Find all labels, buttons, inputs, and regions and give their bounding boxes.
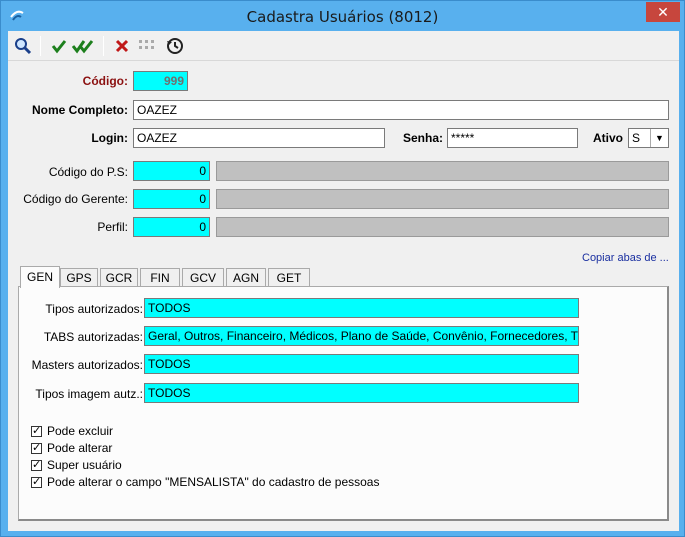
imagem-label: Tipos imagem autz.: <box>35 387 143 401</box>
tab-get[interactable]: GET <box>268 268 310 287</box>
nome-label: Nome Completo: <box>32 103 128 117</box>
senha-input[interactable]: ***** <box>447 128 578 148</box>
confirm-all-button[interactable] <box>72 35 94 57</box>
tab-fin[interactable]: FIN <box>140 268 180 287</box>
checkbox-check-icon: ✓ <box>31 424 42 437</box>
codigo-field[interactable]: 999 <box>133 71 188 91</box>
login-label: Login: <box>91 131 128 145</box>
tab-gen[interactable]: GEN <box>20 266 60 288</box>
gen-tab-panel: Tipos autorizados: TODOS TABS autorizada… <box>18 286 669 521</box>
ps-input[interactable]: 0 <box>133 161 210 181</box>
gerente-description <box>216 189 669 209</box>
copy-tabs-link[interactable]: Copiar abas de ... <box>582 252 669 264</box>
client-area: Código: 999 Nome Completo: OAZEZ Login: … <box>8 31 679 531</box>
ativo-value: S <box>632 131 641 145</box>
perfil-input[interactable]: 0 <box>133 217 210 237</box>
tab-gcv[interactable]: GCV <box>182 268 224 287</box>
gerente-input[interactable]: 0 <box>133 189 210 209</box>
title-bar[interactable]: Cadastra Usuários (8012) ✕ <box>1 1 684 31</box>
tab-agn[interactable]: AGN <box>226 268 266 287</box>
masters-input[interactable]: TODOS <box>144 354 579 374</box>
imagem-input[interactable]: TODOS <box>144 383 579 403</box>
tabs-autorizadas-input[interactable]: Geral, Outros, Financeiro, Médicos, Plan… <box>144 326 579 346</box>
x-icon <box>115 39 129 53</box>
codigo-label: Código: <box>82 74 128 88</box>
history-icon <box>167 38 183 54</box>
grid-button[interactable] <box>136 35 158 57</box>
toolbar-separator <box>103 36 104 56</box>
toolbar <box>8 31 679 61</box>
mensalista-label: Pode alterar o campo "MENSALISTA" do cad… <box>47 475 380 489</box>
gerente-label: Código do Gerente: <box>23 192 128 206</box>
super-usuario-checkbox[interactable]: ✓ Super usuário <box>31 458 122 472</box>
cancel-button[interactable] <box>111 35 133 57</box>
tab-gcr[interactable]: GCR <box>100 268 138 287</box>
grid-icon <box>139 40 154 49</box>
checkbox-check-icon: ✓ <box>31 458 42 471</box>
ativo-label: Ativo <box>593 131 623 145</box>
pode-alterar-label: Pode alterar <box>47 441 113 455</box>
chevron-down-icon[interactable]: ▼ <box>650 129 668 147</box>
double-check-icon <box>72 40 94 54</box>
confirm-button[interactable] <box>48 35 70 57</box>
app-window: Cadastra Usuários (8012) ✕ Código: 999 N… <box>0 0 685 537</box>
toolbar-separator <box>40 36 41 56</box>
ativo-select[interactable]: S ▼ <box>628 128 669 148</box>
senha-label: Senha: <box>402 131 443 145</box>
checkbox-check-icon: ✓ <box>31 441 42 454</box>
checkbox-check-icon: ✓ <box>31 475 42 488</box>
tab-gps[interactable]: GPS <box>60 268 98 287</box>
pode-excluir-label: Pode excluir <box>47 424 114 438</box>
search-button[interactable] <box>12 35 34 57</box>
check-icon <box>51 40 67 54</box>
nome-input[interactable]: OAZEZ <box>133 100 669 120</box>
pode-excluir-checkbox[interactable]: ✓ Pode excluir <box>31 424 113 438</box>
mensalista-checkbox[interactable]: ✓ Pode alterar o campo "MENSALISTA" do c… <box>31 475 379 489</box>
super-usuario-label: Super usuário <box>47 458 122 472</box>
pode-alterar-checkbox[interactable]: ✓ Pode alterar <box>31 441 112 455</box>
ps-label: Código do P.S: <box>48 165 128 179</box>
perfil-label: Perfil: <box>97 220 128 234</box>
ps-description <box>216 161 669 181</box>
history-button[interactable] <box>164 35 186 57</box>
close-button[interactable]: ✕ <box>646 2 680 22</box>
tipos-input[interactable]: TODOS <box>144 298 579 318</box>
search-icon <box>15 38 32 55</box>
login-input[interactable]: OAZEZ <box>133 128 385 148</box>
perfil-description <box>216 217 669 237</box>
window-title: Cadastra Usuários (8012) <box>246 8 439 26</box>
tipos-label: Tipos autorizados: <box>45 302 143 316</box>
masters-label: Masters autorizados: <box>31 358 143 372</box>
tabs-autorizadas-label: TABS autorizadas: <box>43 330 143 344</box>
